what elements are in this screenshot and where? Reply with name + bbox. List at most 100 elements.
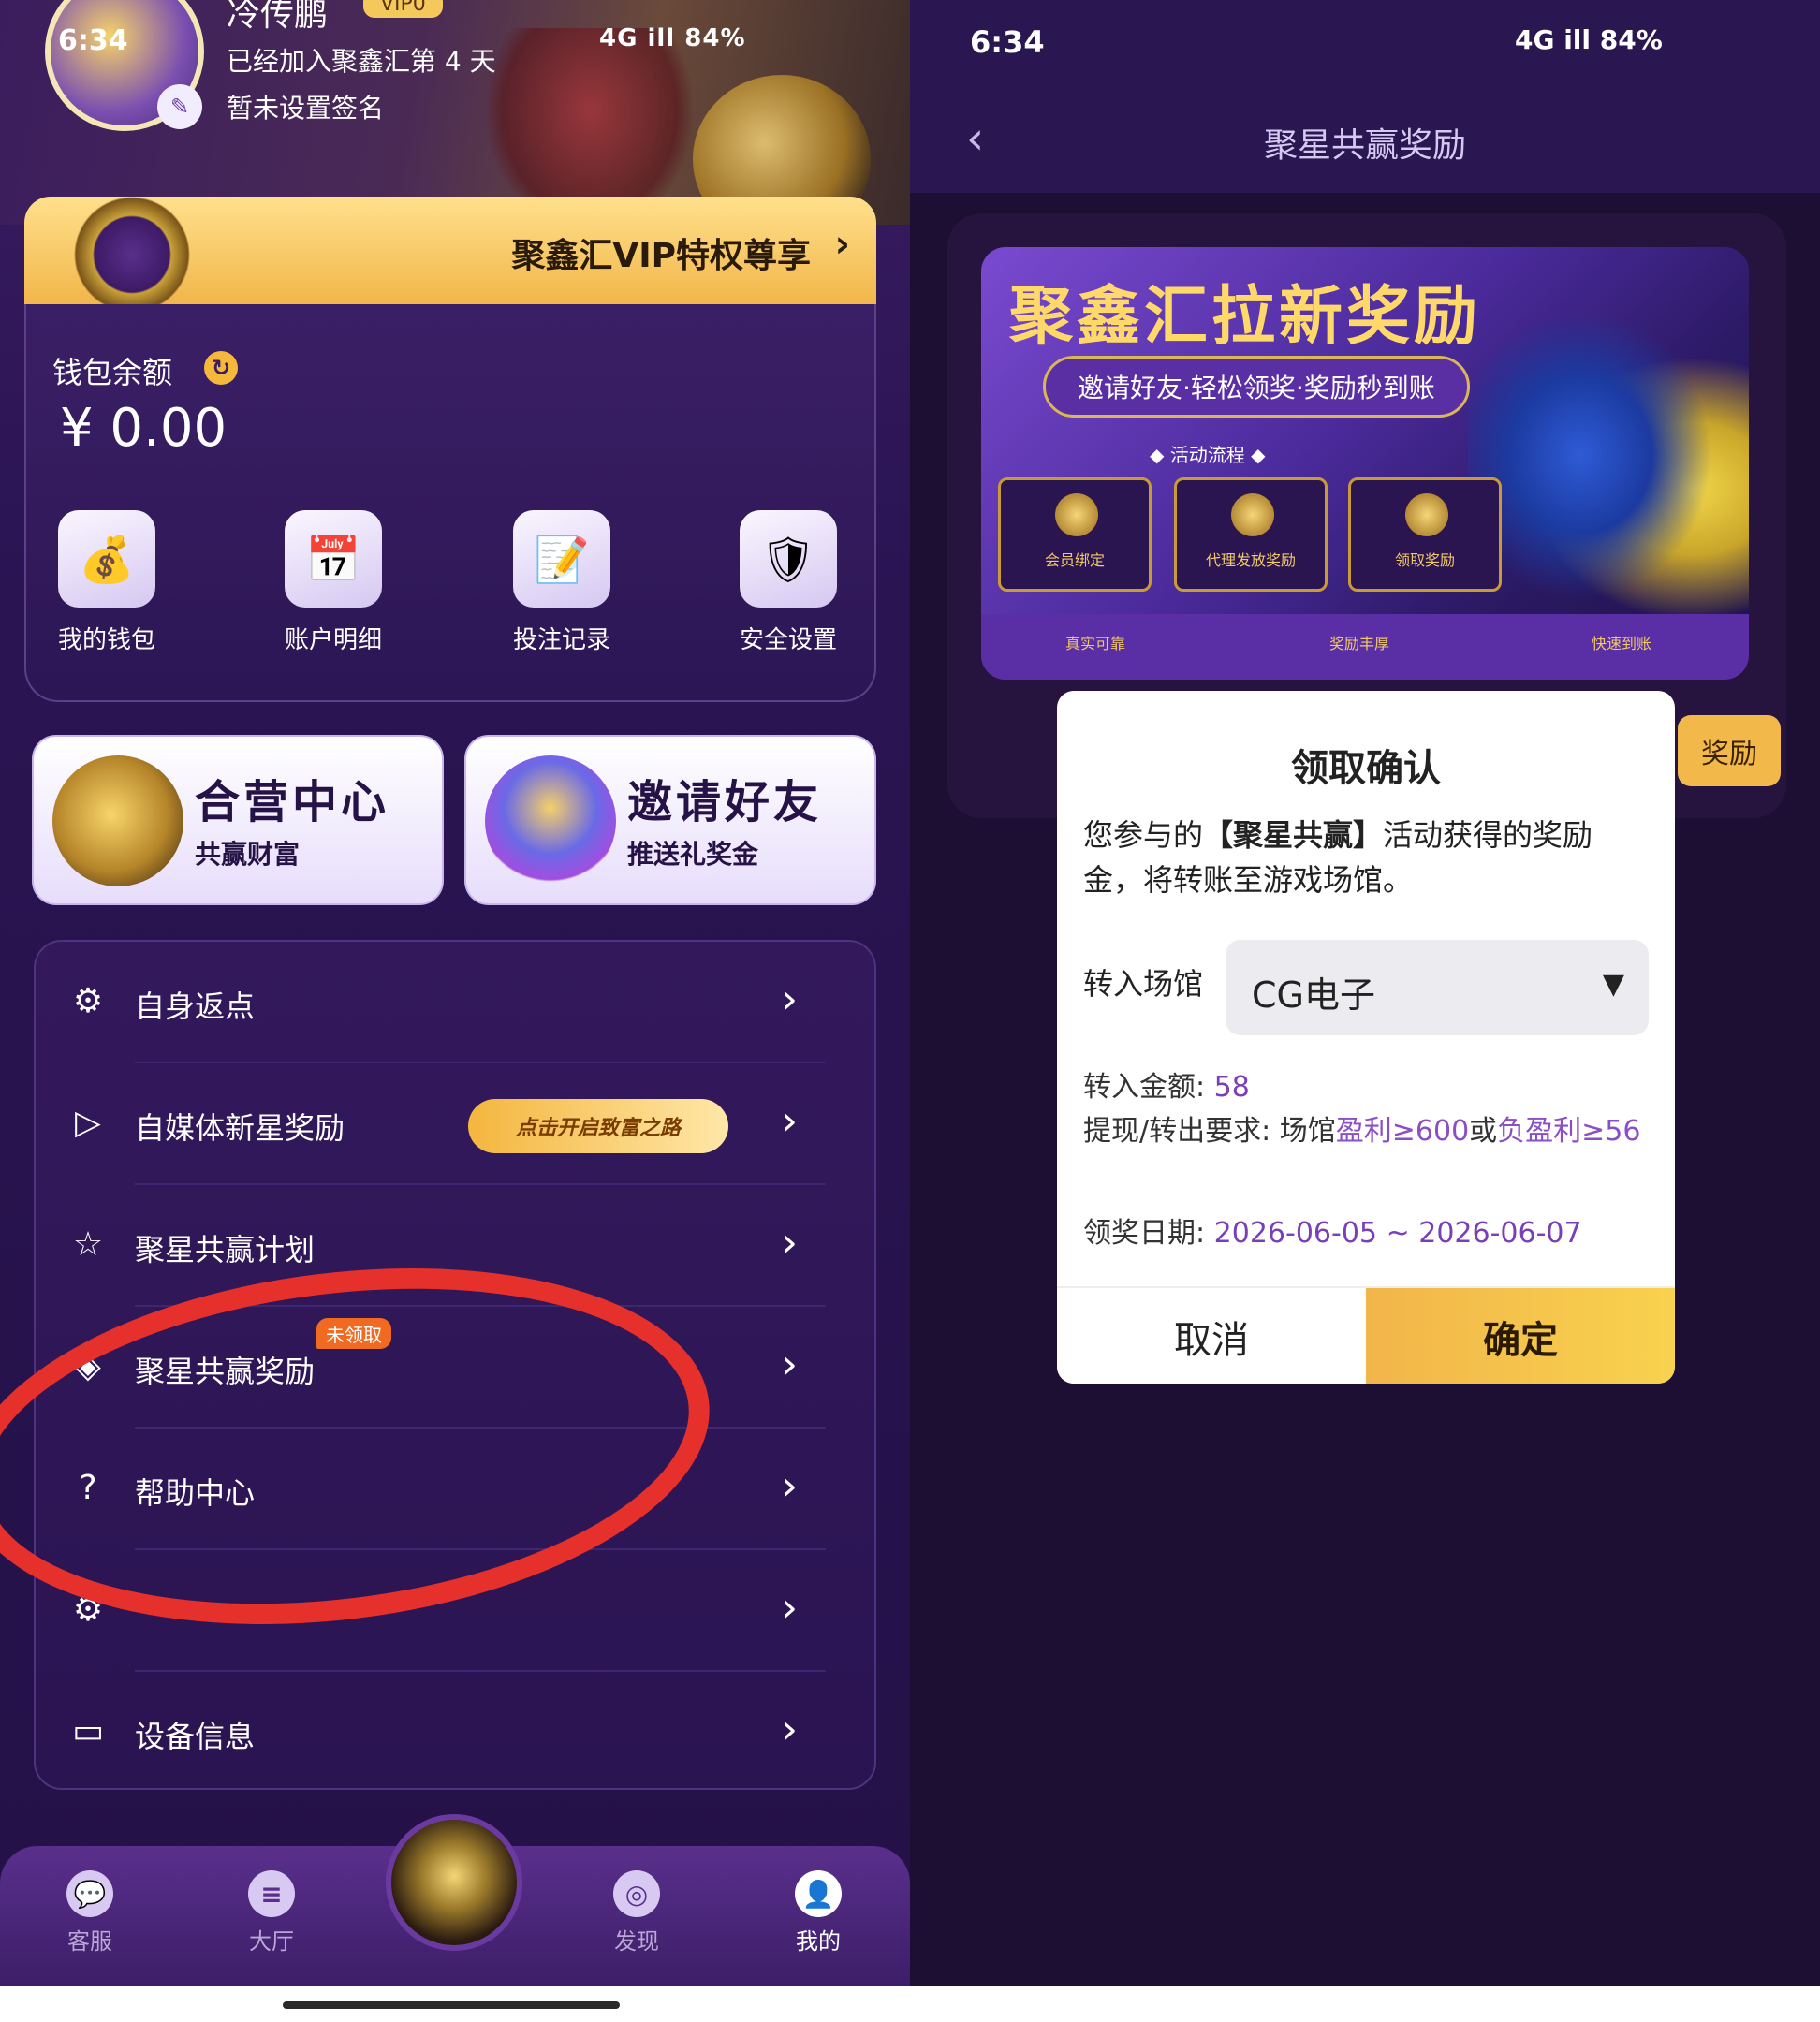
menu-item-device-info[interactable]: ▭ 设备信息 › <box>36 1672 878 1794</box>
vip-crown-icon <box>62 193 202 305</box>
confirm-button[interactable]: 确定 <box>1366 1288 1675 1384</box>
tab-label: 我的 <box>796 1928 841 1955</box>
claim-date: 领奖日期: 2026-06-05 ~ 2026-06-07 <box>1083 1209 1582 1251</box>
status-time: 6:34 <box>970 24 1045 60</box>
joined-days: 已经加入聚鑫汇第 4 天 <box>227 46 496 77</box>
tab-hall[interactable]: ≡ 大厅 <box>215 1870 328 1956</box>
account-details-label: 账户明细 <box>284 626 382 654</box>
user-icon: 👤 <box>795 1870 842 1917</box>
percent-icon: ⚙ <box>72 982 104 1020</box>
calendar-icon: 📅 <box>285 510 382 608</box>
home-indicator[interactable] <box>283 2001 620 2009</box>
step-card: 领取奖励 <box>1348 477 1502 592</box>
tab-mine[interactable]: 👤 我的 <box>762 1870 874 1956</box>
star-icon: ☆ <box>72 1225 104 1264</box>
wallet-icon <box>1405 493 1448 536</box>
profile-header: ✎ 6:34 4G ill 84% 冷传鹏 VIP0 已经加入聚鑫汇第 4 天 … <box>0 0 910 243</box>
step-card: 会员绑定 <box>998 477 1152 592</box>
step-card: 代理发放奖励 <box>1174 477 1328 592</box>
cancel-button[interactable]: 取消 <box>1057 1288 1366 1384</box>
dialog-title: 领取确认 <box>1291 747 1441 790</box>
menu-item-media-star[interactable]: ▷ 自媒体新星奖励 点击开启致富之路 › <box>36 1063 878 1185</box>
user-name: 冷传鹏 <box>227 0 329 34</box>
card-title: 邀请好友 <box>627 776 823 828</box>
people-icon <box>485 755 616 886</box>
screenshot: ✎ 6:34 4G ill 84% 冷传鹏 VIP0 已经加入聚鑫汇第 4 天 … <box>0 0 1820 2022</box>
venue-select[interactable]: CG电子 ▼ <box>1226 940 1649 1035</box>
security-settings-label: 安全设置 <box>739 626 837 654</box>
requirement-label: 提现/转出要求: <box>1083 1115 1271 1148</box>
status-indicators: 4G ill 84% <box>1515 24 1663 55</box>
chevron-right-icon: › <box>781 1584 798 1632</box>
status-bar: 6:34 4G ill 84% <box>910 0 1820 84</box>
edit-icon[interactable]: ✎ <box>157 84 202 129</box>
dialog-description: 您参与的【聚星共赢】活动获得的奖励金，将转账至游戏场馆。 <box>1083 813 1645 902</box>
date-end: 2026-06-07 <box>1418 1217 1582 1250</box>
chevron-right-icon: › <box>781 975 798 1023</box>
tab-label: 大厅 <box>249 1928 294 1955</box>
partnership-center-card[interactable]: 合营中心 共赢财富 <box>32 735 444 905</box>
feature-label: 奖励丰厚 <box>1329 635 1390 652</box>
tab-discover[interactable]: ◎ 发现 <box>580 1870 693 1956</box>
dialog-buttons: 取消 确定 <box>1057 1286 1675 1384</box>
banner-feature-strip: 真实可靠 奖励丰厚 快速到账 <box>981 614 1749 680</box>
account-details-button[interactable]: 📅 账户明细 <box>268 510 399 655</box>
money-bag-icon: 💰 <box>58 510 155 608</box>
refresh-icon[interactable]: ↻ <box>204 351 238 385</box>
menu-item-label: 自身返点 <box>135 989 256 1024</box>
chevron-right-icon: › <box>781 1462 798 1510</box>
chevron-right-icon: › <box>781 1706 798 1753</box>
reward-screen: 6:34 4G ill 84% ‹ 聚星共赢奖励 聚鑫汇拉新奖励 邀请好友·轻松… <box>910 0 1820 1986</box>
promo-banner: 聚鑫汇拉新奖励 邀请好友·轻松领奖·奖励秒到账 ◆ 活动流程 ◆ 会员绑定 代理… <box>981 247 1749 680</box>
feature-label: 真实可靠 <box>1065 635 1126 652</box>
play-icon: ▷ <box>75 1104 101 1142</box>
step-label: 代理发放奖励 <box>1205 551 1296 569</box>
players-image <box>1468 303 1749 640</box>
security-settings-button[interactable]: 🛡 安全设置 <box>723 510 854 655</box>
status-time: 6:34 <box>58 24 128 57</box>
chat-icon: 💬 <box>66 1870 113 1917</box>
card-title: 合营中心 <box>195 776 390 828</box>
center-logo-button[interactable] <box>386 1814 522 1951</box>
step-label: 会员绑定 <box>1044 551 1105 569</box>
step-label: 领取奖励 <box>1394 551 1455 569</box>
chevron-right-icon: › <box>834 223 850 266</box>
requirement-or: 或 <box>1469 1115 1498 1148</box>
card-subtitle: 共赢财富 <box>195 839 301 870</box>
tab-customer-service[interactable]: 💬 客服 <box>34 1870 146 1956</box>
signature[interactable]: 暂未设置签名 <box>227 88 384 125</box>
claim-reward-button[interactable]: 奖励 <box>1678 715 1781 786</box>
withdraw-requirement: 提现/转出要求: 场馆盈利≥600或负盈利≥56 <box>1083 1112 1645 1151</box>
wallet-panel: 钱包余额 ↻ ¥ 0.00 💰 我的钱包 📅 账户明细 📝 投注记录 🛡 安全设… <box>24 304 876 702</box>
banner-title: 聚鑫汇拉新奖励 <box>1009 280 1482 354</box>
vip-privilege-banner[interactable]: 聚鑫汇VIP特权尊享 › <box>24 193 876 305</box>
vip-privilege-text: 聚鑫汇VIP特权尊享 <box>511 237 811 275</box>
promo-pill[interactable]: 点击开启致富之路 <box>468 1099 728 1153</box>
wallet-label: 钱包余额 <box>52 355 173 390</box>
venue-label: 转入场馆 <box>1083 966 1204 1002</box>
dropdown-arrow-icon: ▼ <box>1602 968 1624 1001</box>
bet-records-label: 投注记录 <box>512 626 610 654</box>
date-label: 领奖日期: <box>1083 1217 1206 1250</box>
vip-level-badge: VIP0 <box>363 0 443 18</box>
status-indicators: 4G ill 84% <box>599 24 746 52</box>
shield-icon <box>1055 493 1098 536</box>
requirement-profit: 盈利≥600 <box>1335 1115 1470 1148</box>
golden-bull-icon <box>52 755 183 886</box>
desc-activity: 【聚星共赢】 <box>1203 817 1384 853</box>
menu-item-label: 自媒体新星奖励 <box>135 1110 345 1146</box>
compass-icon: ◎ <box>613 1870 660 1917</box>
nav-header: ‹ 聚星共赢奖励 <box>910 84 1820 193</box>
menu-item-label: 设备信息 <box>135 1719 256 1754</box>
menu-item-rebate[interactable]: ⚙ 自身返点 › <box>36 942 878 1063</box>
document-icon: 📝 <box>513 510 610 608</box>
invite-friends-card[interactable]: 邀请好友 推送礼奖金 <box>464 735 876 905</box>
chevron-right-icon: › <box>781 1341 798 1388</box>
device-icon: ▭ <box>71 1712 104 1751</box>
tab-label: 客服 <box>67 1928 112 1955</box>
date-separator: ~ <box>1386 1217 1410 1250</box>
profile-screen: ✎ 6:34 4G ill 84% 冷传鹏 VIP0 已经加入聚鑫汇第 4 天 … <box>0 0 910 1986</box>
bet-records-button[interactable]: 📝 投注记录 <box>496 510 627 655</box>
my-wallet-button[interactable]: 💰 我的钱包 <box>41 510 172 655</box>
page-title: 聚星共赢奖励 <box>1263 126 1466 165</box>
